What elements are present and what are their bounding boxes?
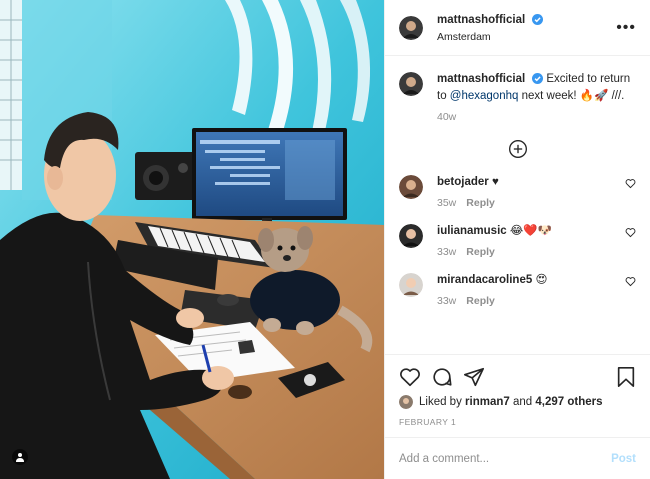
ellipsis-icon[interactable]: ••• bbox=[616, 19, 636, 37]
likes-prefix: Liked by bbox=[419, 396, 462, 408]
post-photo[interactable] bbox=[0, 0, 384, 479]
add-comment-bar: Post bbox=[385, 437, 650, 479]
post-header: mattnashofficial Amsterdam ••• bbox=[385, 0, 650, 56]
reply-button[interactable]: Reply bbox=[466, 197, 495, 209]
plus-circle-icon[interactable] bbox=[508, 139, 528, 162]
avatar[interactable] bbox=[399, 224, 423, 248]
tagged-users-icon[interactable] bbox=[12, 449, 28, 465]
comment-username[interactable]: iulianamusic bbox=[437, 225, 507, 237]
comment-icon[interactable] bbox=[431, 366, 453, 388]
likes-count-link[interactable]: 4,297 others bbox=[535, 396, 602, 408]
verified-badge-icon bbox=[532, 73, 544, 89]
likes-and: and bbox=[513, 396, 533, 408]
avatar[interactable] bbox=[399, 175, 423, 199]
verified-badge-icon bbox=[531, 14, 543, 28]
instagram-post: mattnashofficial Amsterdam ••• mattnasho… bbox=[0, 0, 650, 479]
avatar[interactable] bbox=[399, 72, 423, 96]
heart-icon[interactable] bbox=[625, 276, 636, 290]
heart-icon[interactable] bbox=[625, 227, 636, 241]
comment-username[interactable]: betojader bbox=[437, 176, 489, 188]
load-more-comments[interactable] bbox=[399, 139, 636, 162]
reply-button[interactable]: Reply bbox=[466, 295, 495, 307]
post-comment-button[interactable]: Post bbox=[611, 453, 636, 465]
heart-icon[interactable] bbox=[625, 178, 636, 192]
avatar[interactable] bbox=[399, 273, 423, 297]
header-username[interactable]: mattnashofficial bbox=[437, 14, 525, 26]
comment-item: mirandacaroline5 😍 33w Reply bbox=[399, 273, 636, 309]
caption-mention-link[interactable]: @hexagonhq bbox=[450, 90, 519, 102]
share-icon[interactable] bbox=[463, 366, 485, 388]
comment-username[interactable]: mirandacaroline5 bbox=[437, 274, 532, 286]
post-date[interactable]: FEBRUARY 1 bbox=[399, 417, 636, 427]
comment-timestamp[interactable]: 33w bbox=[437, 246, 456, 258]
post-side-panel: mattnashofficial Amsterdam ••• mattnasho… bbox=[384, 0, 650, 479]
reply-button[interactable]: Reply bbox=[466, 246, 495, 258]
comment-timestamp[interactable]: 33w bbox=[437, 295, 456, 307]
caption-username[interactable]: mattnashofficial bbox=[437, 73, 525, 85]
likes-summary: Liked by rinman7 and 4,297 others bbox=[399, 395, 636, 409]
location-link[interactable]: Amsterdam bbox=[437, 31, 616, 43]
likes-user-link[interactable]: rinman7 bbox=[465, 396, 510, 408]
post-caption: mattnashofficial Excited to return to @h… bbox=[399, 72, 636, 125]
comment-text: ♥ bbox=[491, 176, 499, 188]
comment-item: iulianamusic 😂❤️🐶 33w Reply bbox=[399, 224, 636, 260]
comment-item: betojader ♥ 35w Reply bbox=[399, 175, 636, 211]
post-actions: Liked by rinman7 and 4,297 others FEBRUA… bbox=[385, 354, 650, 437]
avatar[interactable] bbox=[399, 395, 413, 409]
comment-timestamp[interactable]: 35w bbox=[437, 197, 456, 209]
avatar[interactable] bbox=[399, 15, 423, 40]
studio-photo-illustration bbox=[0, 0, 384, 479]
bookmark-icon[interactable] bbox=[616, 366, 636, 388]
comments-section: mattnashofficial Excited to return to @h… bbox=[385, 56, 650, 354]
heart-icon[interactable] bbox=[399, 366, 421, 388]
caption-timestamp[interactable]: 40w bbox=[437, 111, 456, 123]
comment-text: 😂❤️🐶 bbox=[509, 225, 552, 237]
comment-text: 😍 bbox=[535, 274, 548, 286]
caption-text-end: next week! 🔥🚀 ///. bbox=[518, 90, 625, 102]
comment-input[interactable] bbox=[399, 452, 612, 465]
